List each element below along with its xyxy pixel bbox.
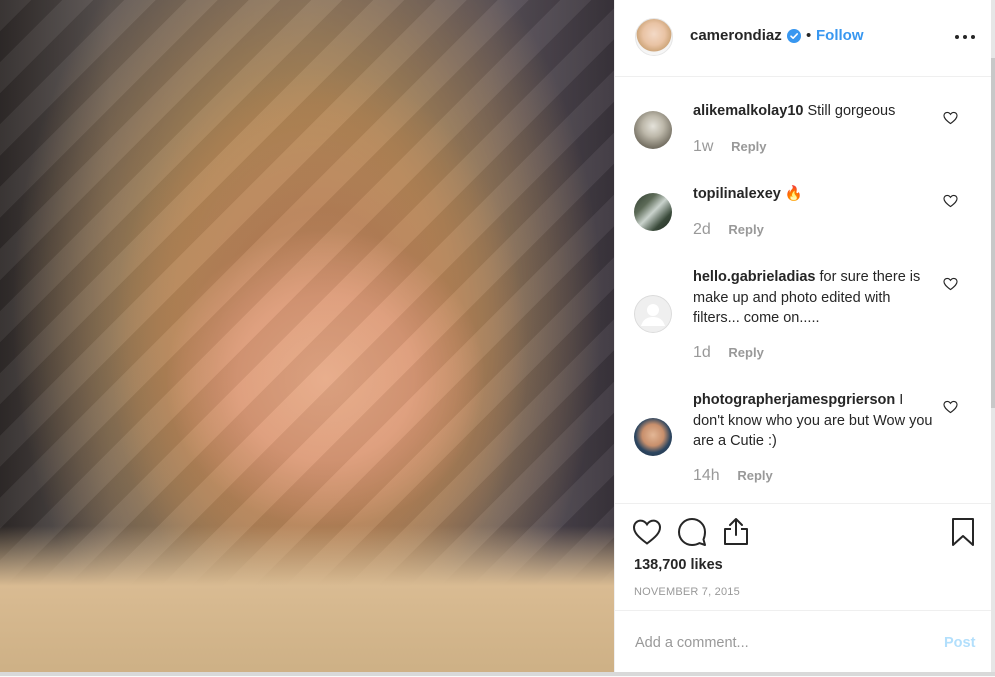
photo-lower-area (0, 526, 614, 676)
bookmark-icon[interactable] (950, 517, 976, 547)
comment-meta: 2d Reply (693, 221, 764, 239)
commenter-username[interactable]: topilinalexey (693, 186, 781, 202)
comment-age[interactable]: 14h (693, 467, 720, 484)
post-side-panel: camerondiaz • Follow alikemalkolay10 Sti… (614, 0, 992, 676)
header-separator: • (806, 27, 812, 44)
post-photo[interactable] (0, 0, 614, 676)
post-header: camerondiaz • Follow (615, 0, 992, 77)
default-avatar-icon (634, 295, 672, 333)
like-comment-heart-icon[interactable] (943, 194, 958, 208)
window-bottom-edge (0, 672, 995, 676)
verified-badge-icon (787, 29, 801, 43)
more-options-icon[interactable] (953, 27, 977, 47)
comment-age[interactable]: 2d (693, 221, 711, 238)
add-comment-input[interactable] (633, 631, 927, 655)
comment-text: alikemalkolay10 Still gorgeous (693, 101, 933, 122)
likes-count[interactable]: 138,700 likes (634, 557, 723, 573)
author-avatar[interactable] (635, 18, 673, 56)
reply-button[interactable]: Reply (731, 139, 766, 154)
post-actions: 138,700 likes NOVEMBER 7, 2015 (615, 503, 992, 611)
comment-age[interactable]: 1d (693, 344, 711, 361)
comment-meta: 14h Reply (693, 467, 773, 485)
comment-body: Still gorgeous (807, 103, 896, 119)
like-comment-heart-icon[interactable] (943, 111, 958, 125)
commenter-username[interactable]: alikemalkolay10 (693, 103, 803, 119)
commenter-username[interactable]: hello.gabrieladias (693, 269, 816, 285)
reply-button[interactable]: Reply (728, 345, 763, 360)
commenter-avatar[interactable] (634, 418, 672, 456)
post-date[interactable]: NOVEMBER 7, 2015 (634, 586, 740, 598)
comment-text: hello.gabrieladias for sure there is mak… (693, 267, 933, 329)
comment-meta: 1w Reply (693, 138, 766, 156)
author-username[interactable]: camerondiaz (690, 27, 782, 44)
like-comment-heart-icon[interactable] (943, 400, 958, 414)
follow-button[interactable]: Follow (816, 27, 864, 44)
reply-button[interactable]: Reply (737, 468, 772, 483)
add-comment-bar: Post (615, 610, 992, 677)
comment-meta: 1d Reply (693, 344, 764, 362)
comment-text: topilinalexey 🔥 (693, 184, 933, 205)
comment-body: 🔥 (784, 186, 803, 202)
commenter-avatar[interactable] (634, 193, 672, 231)
share-icon[interactable] (722, 516, 750, 546)
reply-button[interactable]: Reply (728, 222, 763, 237)
commenter-username[interactable]: photographerjamespgrierson (693, 392, 895, 408)
post-comment-button[interactable]: Post (944, 635, 975, 651)
scrollbar-thumb[interactable] (991, 58, 995, 408)
comment-text: photographerjamespgrierson I don't know … (693, 390, 933, 452)
like-comment-heart-icon[interactable] (943, 277, 958, 291)
commenter-avatar[interactable] (634, 111, 672, 149)
comment-icon[interactable] (677, 517, 707, 547)
comment-age[interactable]: 1w (693, 138, 713, 155)
heart-icon[interactable] (632, 518, 662, 546)
commenter-avatar[interactable] (634, 295, 672, 333)
